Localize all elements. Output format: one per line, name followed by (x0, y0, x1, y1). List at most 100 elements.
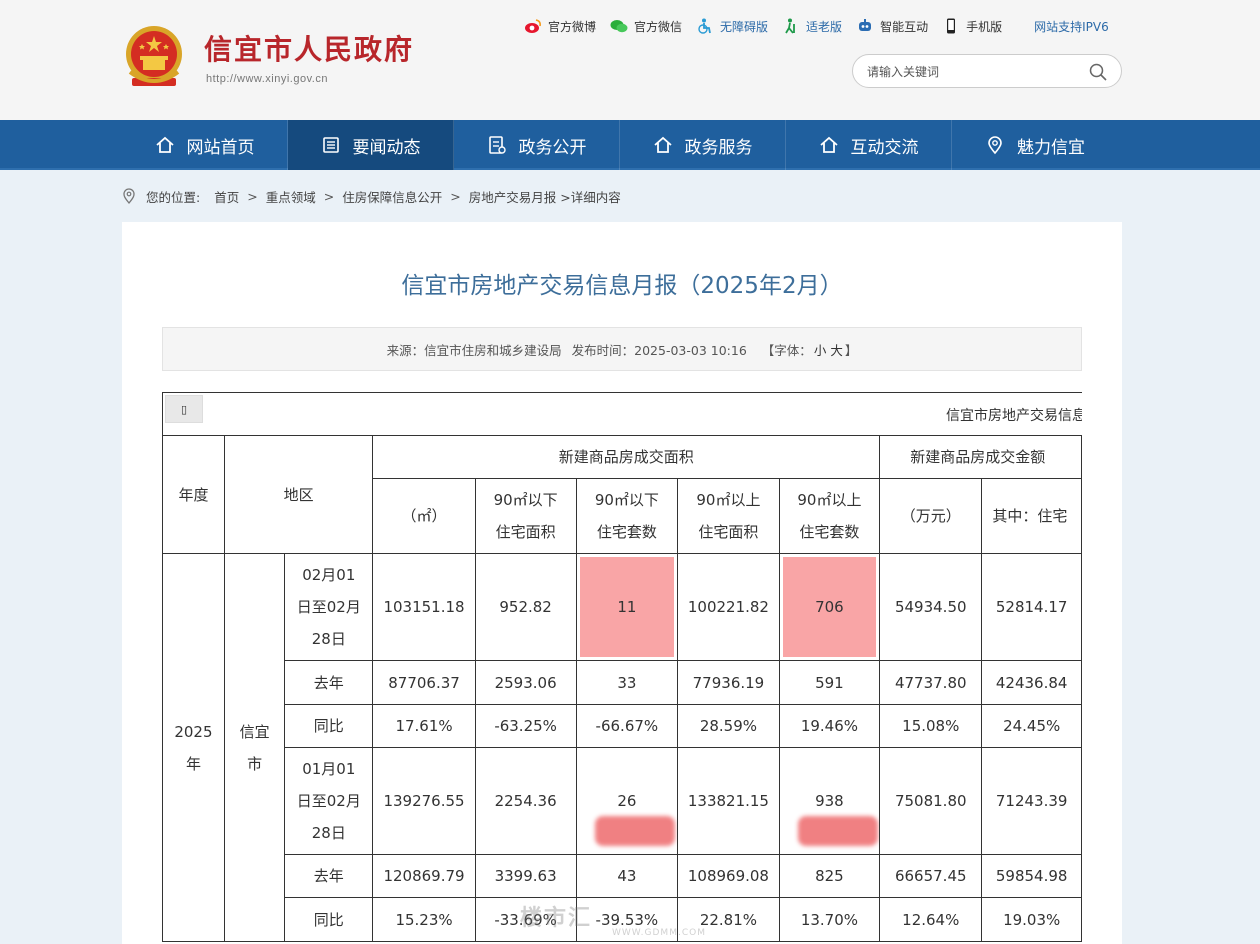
cell-value: 11 (617, 598, 637, 616)
search-icon[interactable] (1089, 63, 1107, 81)
cell: -63.25% (474, 704, 577, 748)
top-link-mobile[interactable]: 手机版 (942, 18, 1002, 35)
nav-item-services[interactable]: 政务服务 (620, 120, 786, 170)
cell: 139276.55 (372, 747, 476, 855)
period-cell: 同比 (284, 897, 374, 942)
table-row: 去年 87706.37 2593.06 33 77936.19 591 4773… (163, 660, 1082, 705)
header-group-area: 新建商品房成交面积 (372, 435, 881, 479)
cell: 591 (778, 660, 881, 705)
table-row: 去年 120869.79 3399.63 43 108969.08 825 66… (163, 854, 1082, 898)
nav-item-label: 互动交流 (850, 137, 919, 158)
breadcrumb-separator: > (247, 188, 258, 204)
cell: 13.70% (778, 897, 881, 942)
nav-item-home[interactable]: 网站首页 (122, 120, 288, 170)
header-col-above90-units: 90㎡以上 住宅套数 (778, 478, 881, 554)
cell: -39.53% (575, 897, 679, 942)
font-small-button[interactable]: 小 (814, 340, 827, 359)
font-size-label: 【字体： (761, 342, 812, 358)
breadcrumb-item[interactable]: 首页 (214, 187, 239, 206)
national-emblem-icon (126, 26, 182, 86)
table-row: 同比 17.61% -63.25% -66.67% 28.59% 19.46% … (163, 704, 1082, 748)
news-icon (322, 137, 339, 153)
top-link-label: 官方微信 (634, 19, 683, 34)
top-link-elderly[interactable]: 适老版 (782, 18, 842, 35)
table-row: 2025 年 信宜 市 02月01 日至02月 28日 103151.18 95… (162, 553, 1082, 942)
smeared-cell: 938 (778, 747, 881, 855)
font-size-label-close: 】 (844, 342, 858, 358)
cell: 75081.80 (879, 747, 983, 855)
nav-item-label: 政务公开 (518, 137, 587, 158)
nav-item-news[interactable]: 要闻动态 (288, 120, 454, 170)
cell: -66.67% (575, 704, 679, 748)
breadcrumb-item[interactable]: 住房保障信息公开 (342, 187, 442, 206)
period-cell: 同比 (284, 704, 374, 748)
main-nav: 网站首页 要闻动态 政务公开 政务服务 互动交流 魅力信宜 (0, 120, 1260, 170)
search-input[interactable] (867, 62, 1077, 82)
cell: 19.03% (981, 897, 1082, 942)
home-icon (819, 136, 838, 153)
top-link-label: 智能互动 (880, 19, 929, 34)
accessibility-icon (696, 18, 714, 34)
period-cell: 01月01 日至02月 28日 (284, 747, 374, 855)
nav-item-label: 网站首页 (186, 137, 255, 158)
cell: 52814.17 (981, 553, 1082, 661)
weibo-icon (524, 18, 542, 34)
breadcrumb-item[interactable]: 重点领域 (266, 187, 316, 206)
nav-item-label: 政务服务 (684, 137, 753, 158)
cell: 42436.84 (981, 660, 1082, 705)
breadcrumb-suffix: >详细内容 (560, 189, 621, 205)
cell: -33.69% (474, 897, 577, 942)
top-link-wechat[interactable]: 官方微信 (610, 18, 682, 35)
nav-item-interaction[interactable]: 互动交流 (786, 120, 952, 170)
nav-item-government-affairs[interactable]: 政务公开 (454, 120, 620, 170)
breadcrumb-separator: > (323, 188, 335, 204)
breadcrumb: 您的位置: 首页 > 重点领域 > 住房保障信息公开 > 房地产交易月报 >详细… (122, 186, 621, 206)
top-link-label: 手机版 (966, 19, 1003, 34)
cell: 54934.50 (879, 553, 983, 661)
period-cell: 去年 (284, 660, 374, 705)
cell: 952.82 (474, 553, 577, 661)
cell: 825 (778, 854, 881, 898)
cell: 66657.45 (879, 854, 983, 898)
year-cell: 2025 年 (162, 553, 225, 942)
cell: 108969.08 (677, 854, 780, 898)
article-title: 信宜市房地产交易信息月报（2025年2月） (401, 273, 843, 299)
home-icon (653, 136, 672, 153)
search-box (852, 54, 1122, 88)
highlighted-cell: 11 (575, 553, 679, 661)
cell: 47737.80 (879, 660, 983, 705)
period-cell: 去年 (284, 854, 374, 898)
table-toggle-button[interactable]: ▯ (165, 395, 203, 423)
home-icon (155, 136, 174, 153)
cell: 33 (575, 660, 679, 705)
site-title[interactable]: 信宜市人民政府 (204, 28, 414, 68)
article-source: 来源：信宜市住房和城乡建设局 (386, 342, 562, 358)
mobile-icon (942, 18, 960, 34)
breadcrumb-prefix: 您的位置: (146, 189, 201, 205)
highlighted-cell: 706 (778, 553, 881, 661)
cell-value: 26 (617, 792, 637, 810)
highlight-smear (797, 816, 878, 846)
cell: 15.08% (879, 704, 983, 748)
header-col-amount-res: 其中：住宅 (981, 478, 1082, 554)
top-link-weibo[interactable]: 官方微博 (524, 18, 596, 35)
header-col-above90-area: 90㎡以上 住宅面积 (677, 478, 780, 554)
article-panel: 信宜市房地产交易信息月报（2025年2月） 来源：信宜市住房和城乡建设局 发布时… (122, 222, 1122, 944)
cell: 17.61% (372, 704, 476, 748)
cell: 22.81% (677, 897, 780, 942)
top-link-ipv6[interactable]: 网站支持IPV6 (1034, 18, 1109, 35)
cell: 100221.82 (677, 553, 780, 661)
top-link-accessibility[interactable]: 无障碍版 (696, 18, 768, 35)
wechat-icon (610, 18, 628, 34)
cell: 71243.39 (981, 747, 1082, 855)
highlight-smear (594, 816, 675, 846)
location-pin-icon (123, 188, 135, 204)
nav-item-charm[interactable]: 魅力信宜 (952, 120, 1118, 170)
breadcrumb-item[interactable]: 房地产交易月报 (469, 187, 557, 206)
header-col-below90-area: 90㎡以下 住宅面积 (474, 478, 577, 554)
font-large-button[interactable]: 大 (830, 340, 843, 359)
cell: 2593.06 (474, 660, 577, 705)
top-link-robot[interactable]: 智能互动 (856, 18, 928, 35)
cell: 87706.37 (372, 660, 476, 705)
top-link-label: 适老版 (806, 19, 843, 34)
